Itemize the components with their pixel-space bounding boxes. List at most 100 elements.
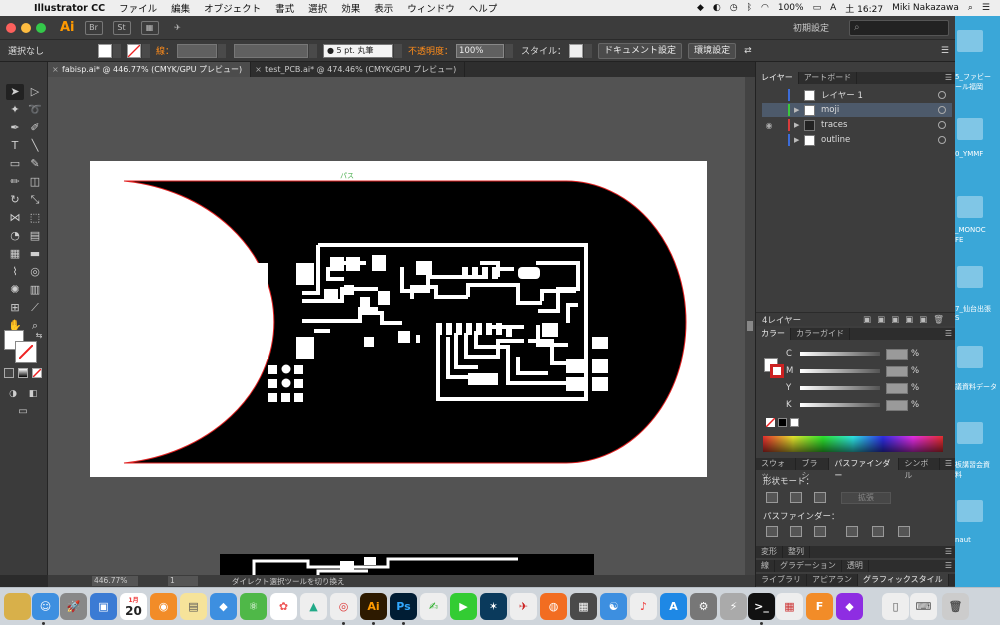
trim-button[interactable] bbox=[790, 526, 802, 537]
keyboard-icon[interactable]: ⌨ bbox=[910, 593, 937, 620]
scroll-thumb[interactable] bbox=[747, 321, 753, 331]
folder-icon[interactable] bbox=[957, 118, 983, 140]
stroke-label[interactable]: 線： bbox=[156, 44, 174, 57]
direct-selection-tool-icon[interactable]: ▷ bbox=[26, 84, 44, 100]
bluetooth-icon[interactable]: ᛒ bbox=[747, 3, 752, 13]
menu-object[interactable]: オブジェクト bbox=[204, 1, 261, 15]
stroke-weight-field[interactable] bbox=[177, 43, 218, 58]
column-graph-tool-icon[interactable]: ▥ bbox=[26, 282, 44, 298]
expand-triangle-icon[interactable]: ▶ bbox=[794, 106, 804, 114]
folder-icon[interactable] bbox=[957, 346, 983, 368]
close-tab-icon[interactable]: × bbox=[255, 62, 262, 77]
stroke-weight-dropdown[interactable] bbox=[218, 43, 227, 58]
launchpad-icon[interactable]: 🚀 bbox=[60, 593, 87, 620]
tab-test-pcb[interactable]: × test_PCB.ai* @ 474.46% (CMYK/GPU プレビュー… bbox=[251, 62, 466, 77]
music-icon[interactable]: ♪ bbox=[630, 593, 657, 620]
draw-mode-icon[interactable]: ◑ bbox=[4, 386, 22, 402]
evernote-like-icon[interactable]: ⚛ bbox=[240, 593, 267, 620]
spotlight-icon[interactable]: ⌕ bbox=[968, 3, 973, 13]
change-screen-mode-icon[interactable]: ▭ bbox=[14, 404, 32, 420]
tab-color-guide[interactable]: カラーガイド bbox=[791, 328, 850, 340]
curvature-tool-icon[interactable]: ✐ bbox=[26, 120, 44, 136]
divide-button[interactable] bbox=[766, 526, 778, 537]
stroke-color-box[interactable] bbox=[15, 341, 37, 363]
panel-menu-icon[interactable]: ☰ bbox=[940, 458, 956, 470]
minus-front-button[interactable] bbox=[790, 492, 802, 503]
layer-name[interactable]: moji bbox=[821, 105, 938, 115]
folder-icon[interactable] bbox=[957, 422, 983, 444]
calendar-icon[interactable]: 1月 20 bbox=[120, 593, 147, 620]
battery-percent[interactable]: 100% bbox=[778, 3, 804, 13]
app-icon[interactable]: ✈ bbox=[510, 593, 537, 620]
wifi-icon[interactable]: ◠ bbox=[761, 3, 769, 13]
desktop-item-label[interactable]: FE bbox=[955, 236, 1000, 244]
zoom-window-button[interactable] bbox=[36, 22, 46, 33]
pen-tool-icon[interactable]: ✒ bbox=[6, 120, 24, 136]
profile-dropdown[interactable] bbox=[309, 43, 318, 58]
terminal-icon[interactable]: >_ bbox=[748, 593, 775, 620]
channel-slider[interactable] bbox=[800, 403, 880, 407]
gradient-mode-button[interactable] bbox=[18, 368, 28, 378]
graphic-style-swatch[interactable] bbox=[569, 43, 584, 58]
desktop-item-label[interactable]: 7_仙台出張 bbox=[955, 304, 1000, 314]
black-slider-row[interactable]: K % bbox=[786, 399, 951, 411]
grid-app-icon[interactable]: ▦ bbox=[776, 593, 803, 620]
stroke-swatch[interactable] bbox=[127, 43, 141, 58]
desktop-item-label[interactable]: 板講習会資 bbox=[955, 460, 1000, 470]
chrome-icon[interactable]: ◎ bbox=[330, 593, 357, 620]
desktop-stack-icon[interactable] bbox=[4, 593, 31, 620]
outline-button[interactable] bbox=[872, 526, 884, 537]
expand-triangle-icon[interactable]: ▶ bbox=[794, 121, 804, 129]
paintbrush-tool-icon[interactable]: ✎ bbox=[26, 156, 44, 172]
menu-view[interactable]: 表示 bbox=[374, 1, 393, 15]
close-window-button[interactable] bbox=[6, 22, 16, 33]
input-mode[interactable]: A bbox=[830, 3, 836, 13]
tree-app-icon[interactable]: ✶ bbox=[480, 593, 507, 620]
desktop-item-label[interactable]: naut bbox=[955, 536, 1000, 544]
slice-tool-icon[interactable]: ⟋ bbox=[26, 300, 44, 316]
panel-menu-icon[interactable]: ☰ bbox=[940, 560, 956, 572]
tab-artboards[interactable]: アートボード bbox=[799, 72, 858, 84]
menu-edit[interactable]: 編集 bbox=[171, 1, 190, 15]
flow-icon[interactable]: ◐ bbox=[713, 3, 721, 13]
tab-appearance[interactable]: アピアラン bbox=[807, 574, 858, 586]
perspective-grid-tool-icon[interactable]: ▤ bbox=[26, 228, 44, 244]
intersect-button[interactable] bbox=[814, 492, 826, 503]
tab-fabisp[interactable]: × fabisp.ai* @ 446.77% (CMYK/GPU プレビュー) bbox=[48, 62, 252, 77]
expand-triangle-icon[interactable]: ▶ bbox=[794, 136, 804, 144]
blender-icon[interactable]: ◉ bbox=[150, 593, 177, 620]
app-store-icon[interactable]: A bbox=[660, 593, 687, 620]
battery-icon[interactable]: ▭ bbox=[813, 3, 822, 13]
black-swatch[interactable] bbox=[778, 418, 787, 427]
arrange-icon[interactable]: ⇄ bbox=[744, 46, 752, 56]
target-icon[interactable] bbox=[938, 106, 946, 114]
artboard-navigator[interactable]: 1 bbox=[168, 576, 198, 586]
folder-icon[interactable] bbox=[957, 266, 983, 288]
folder-icon[interactable] bbox=[957, 196, 983, 218]
none-swatch[interactable] bbox=[766, 418, 775, 427]
stroke-dropdown[interactable] bbox=[142, 43, 150, 58]
keynote-icon[interactable]: ▦ bbox=[570, 593, 597, 620]
google-drive-icon[interactable]: ▲ bbox=[300, 593, 327, 620]
arrange-documents-icon[interactable]: ▦ bbox=[140, 20, 159, 35]
magenta-slider-row[interactable]: M % bbox=[786, 365, 951, 377]
white-swatch[interactable] bbox=[790, 418, 799, 427]
color-mode-button[interactable] bbox=[4, 368, 14, 378]
desktop-item-label[interactable]: 議資料データ bbox=[955, 382, 1000, 392]
layer-name[interactable]: レイヤー 1 bbox=[821, 89, 938, 101]
time-machine-icon[interactable]: ◷ bbox=[730, 3, 738, 13]
rectangle-tool-icon[interactable]: ▭ bbox=[6, 156, 24, 172]
eye-icon[interactable]: ◉ bbox=[762, 121, 776, 130]
channel-value[interactable] bbox=[886, 399, 908, 411]
yellow-slider-row[interactable]: Y % bbox=[786, 382, 951, 394]
gem-app-icon[interactable]: ◆ bbox=[836, 593, 863, 620]
none-mode-button[interactable] bbox=[32, 368, 42, 378]
width-tool-icon[interactable]: ⋈ bbox=[6, 210, 24, 226]
target-icon[interactable] bbox=[938, 91, 946, 99]
tab-stroke[interactable]: 線 bbox=[756, 560, 775, 572]
screen-mode-icon[interactable]: ◧ bbox=[24, 386, 42, 402]
dropbox-icon[interactable]: ◆ bbox=[210, 593, 237, 620]
crop-button[interactable] bbox=[846, 526, 858, 537]
photos-icon[interactable]: ✿ bbox=[270, 593, 297, 620]
layer-row[interactable]: ▶ moji bbox=[762, 103, 952, 117]
